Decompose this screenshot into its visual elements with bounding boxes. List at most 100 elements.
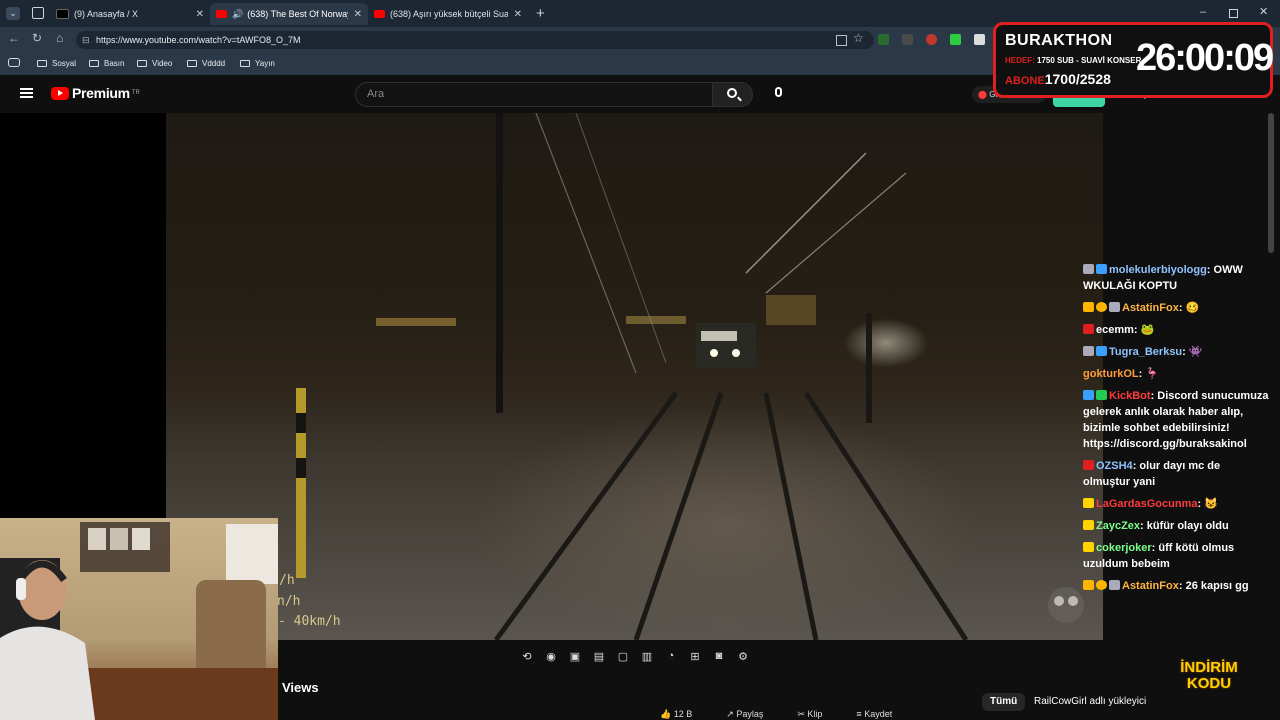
like-count: 12 B — [673, 709, 693, 719]
save-button[interactable]: ≡ Kaydet — [856, 709, 892, 720]
chat-user: AstatinFox — [1122, 302, 1179, 314]
chat-user: ZaycZex — [1096, 520, 1141, 532]
bookmark-folder[interactable]: Sosyal — [37, 56, 76, 70]
close-window-icon[interactable]: ✕ — [1259, 5, 1268, 18]
chat-message: Tugra_Berksu: 👾 — [1083, 344, 1269, 360]
broadcast-icon[interactable]: ◉ — [543, 649, 559, 663]
tab-list-icon[interactable]: ⌄ — [6, 7, 20, 20]
refresh-icon[interactable]: ↻ — [32, 31, 42, 45]
split-view-icon[interactable] — [836, 35, 847, 46]
share-label: Paylaş — [736, 709, 764, 719]
close-tab-icon[interactable]: ✕ — [354, 9, 362, 20]
speed-icon[interactable]: ◔ — [663, 649, 679, 663]
microphone-icon[interactable] — [775, 87, 782, 97]
speed-text: - 40km/h — [278, 614, 341, 629]
abone-value: 1700/2528 — [1044, 71, 1111, 87]
clip-icon[interactable]: ▤ — [591, 649, 607, 663]
promo-line2: KODU — [1186, 675, 1232, 692]
player-toolbar: ⟲ ◉ ▣ ▤ ▢ ▥ ◔ ⊞ ◙ ⚙ — [519, 649, 751, 663]
site-info-icon[interactable]: ⊟ — [82, 31, 90, 49]
chat-user: OZSH4 — [1096, 460, 1133, 472]
chat-user: molekulerbiyologg — [1109, 264, 1207, 276]
extension-icon[interactable] — [878, 34, 889, 45]
add-icon[interactable]: ⊞ — [687, 649, 703, 663]
chat-message: cokerjoker: üff kötü olmus uzuldum bebei… — [1083, 542, 1235, 570]
chat-text: 👾 — [1188, 346, 1203, 358]
bookmark-label: Yayın — [255, 58, 275, 68]
chat-text: 🐸 — [1140, 324, 1155, 336]
video-player[interactable] — [166, 113, 1103, 640]
workspaces-icon[interactable] — [32, 7, 44, 19]
home-icon[interactable]: ⌂ — [56, 31, 63, 45]
folder-icon — [89, 59, 99, 67]
action-row: 👍 12 B ↗ Paylaş ✂ Klip ≡ Kaydet — [660, 709, 892, 720]
gear-icon[interactable]: ⚙ — [735, 649, 751, 663]
abone-label: ABONE — [1005, 75, 1045, 87]
overlay-name: BURAKTHON — [1005, 32, 1113, 49]
chat-text: 26 kapısı gg — [1185, 580, 1249, 592]
chat-user: cokerjoker — [1096, 542, 1152, 554]
clip-button[interactable]: ✂ Klip — [797, 709, 822, 720]
chat-message: ZaycZex: küfür olayı oldu — [1083, 518, 1269, 534]
chat-message: gokturkOL: 🦩 — [1083, 368, 1160, 380]
logo-text: Premium — [72, 85, 130, 101]
camera-icon[interactable]: ◙ — [711, 649, 727, 663]
back-icon[interactable]: ← — [8, 31, 20, 45]
extension-icon[interactable] — [902, 34, 913, 45]
badge-icon — [1096, 302, 1107, 312]
tab-title: (638) Aşırı yüksek bütçeli Suavi tal — [390, 9, 508, 19]
page-scrollbar[interactable] — [1268, 113, 1274, 253]
bookmark-folder[interactable]: Basın — [89, 56, 124, 70]
logo-region: TR — [131, 90, 140, 96]
like-button[interactable]: 👍 12 B — [660, 709, 692, 720]
youtube-favicon-icon — [216, 10, 227, 18]
extension-icon[interactable] — [974, 34, 985, 45]
chip-uploader[interactable]: RailCowGirl adlı yükleyici — [1026, 693, 1155, 711]
badge-icon — [1083, 264, 1094, 274]
tab-youtube-norway[interactable]: 🔊 (638) The Best Of Norway's R ✕ — [210, 3, 368, 25]
loop-icon[interactable]: ⟲ — [519, 649, 535, 663]
chat-user: LaGardasGocunma — [1096, 498, 1198, 510]
restore-icon[interactable] — [1229, 9, 1238, 18]
star-icon[interactable]: ☆ — [853, 31, 864, 45]
chip-all[interactable]: Tümü — [982, 693, 1026, 711]
close-tab-icon[interactable]: ✕ — [196, 9, 204, 20]
chat-message: AstatinFox: 🥴 — [1083, 300, 1269, 316]
chat-text: küfür olayı oldu — [1146, 520, 1229, 532]
bookmark-label: Vdddd — [202, 58, 226, 68]
badge-icon — [1096, 264, 1107, 274]
youtube-play-icon — [51, 86, 69, 100]
chat-message: KickBot: Discord sunucumuza gelerek anlı… — [1083, 390, 1269, 450]
chat-text: 🥴 — [1185, 302, 1200, 314]
menu-icon[interactable] — [20, 88, 33, 98]
tab-youtube-suavi[interactable]: (638) Aşırı yüksek bütçeli Suavi tal ✕ — [368, 3, 528, 25]
bookmark-folder[interactable]: Yayın — [240, 56, 275, 70]
bookmark-label: Video — [152, 58, 173, 68]
close-tab-icon[interactable]: ✕ — [514, 9, 522, 20]
new-tab-icon[interactable]: + — [536, 5, 545, 22]
theater-icon[interactable]: ▥ — [639, 649, 655, 663]
youtube-logo[interactable]: Premium TR — [51, 85, 140, 101]
search-input[interactable]: Ara — [355, 82, 713, 107]
bookmark-folder[interactable]: Vdddd — [187, 56, 225, 70]
speaker-icon[interactable]: 🔊 — [232, 9, 243, 20]
extension-icon[interactable] — [926, 34, 937, 45]
picture-in-picture-icon[interactable]: ▢ — [615, 649, 631, 663]
badge-icon — [1083, 542, 1094, 552]
search-button[interactable] — [713, 82, 753, 107]
promo-line1: İNDİRİM — [1180, 659, 1238, 676]
video-title: Views — [282, 680, 319, 695]
chat-text: 😺 — [1204, 498, 1218, 510]
subathon-overlay: BURAKTHON HEDEF: 1750 SUB - SUAVİ KONSER… — [993, 22, 1274, 98]
screenshot-view-icon[interactable]: ▣ — [567, 649, 583, 663]
badge-icon — [1109, 302, 1120, 312]
share-button[interactable]: ↗ Paylaş — [726, 709, 763, 720]
url-field[interactable]: ⊟ https://www.youtube.com/watch?v=tAWFO8… — [76, 31, 874, 49]
bookmark-folder[interactable]: Video — [137, 56, 172, 70]
reading-list-icon[interactable] — [8, 58, 20, 67]
folder-icon — [187, 59, 197, 67]
extension-icon[interactable] — [950, 34, 961, 45]
badge-icon — [1083, 498, 1094, 508]
minimize-icon[interactable]: – — [1200, 6, 1206, 18]
tab-x[interactable]: (9) Anasayfa / X ✕ — [50, 3, 210, 25]
